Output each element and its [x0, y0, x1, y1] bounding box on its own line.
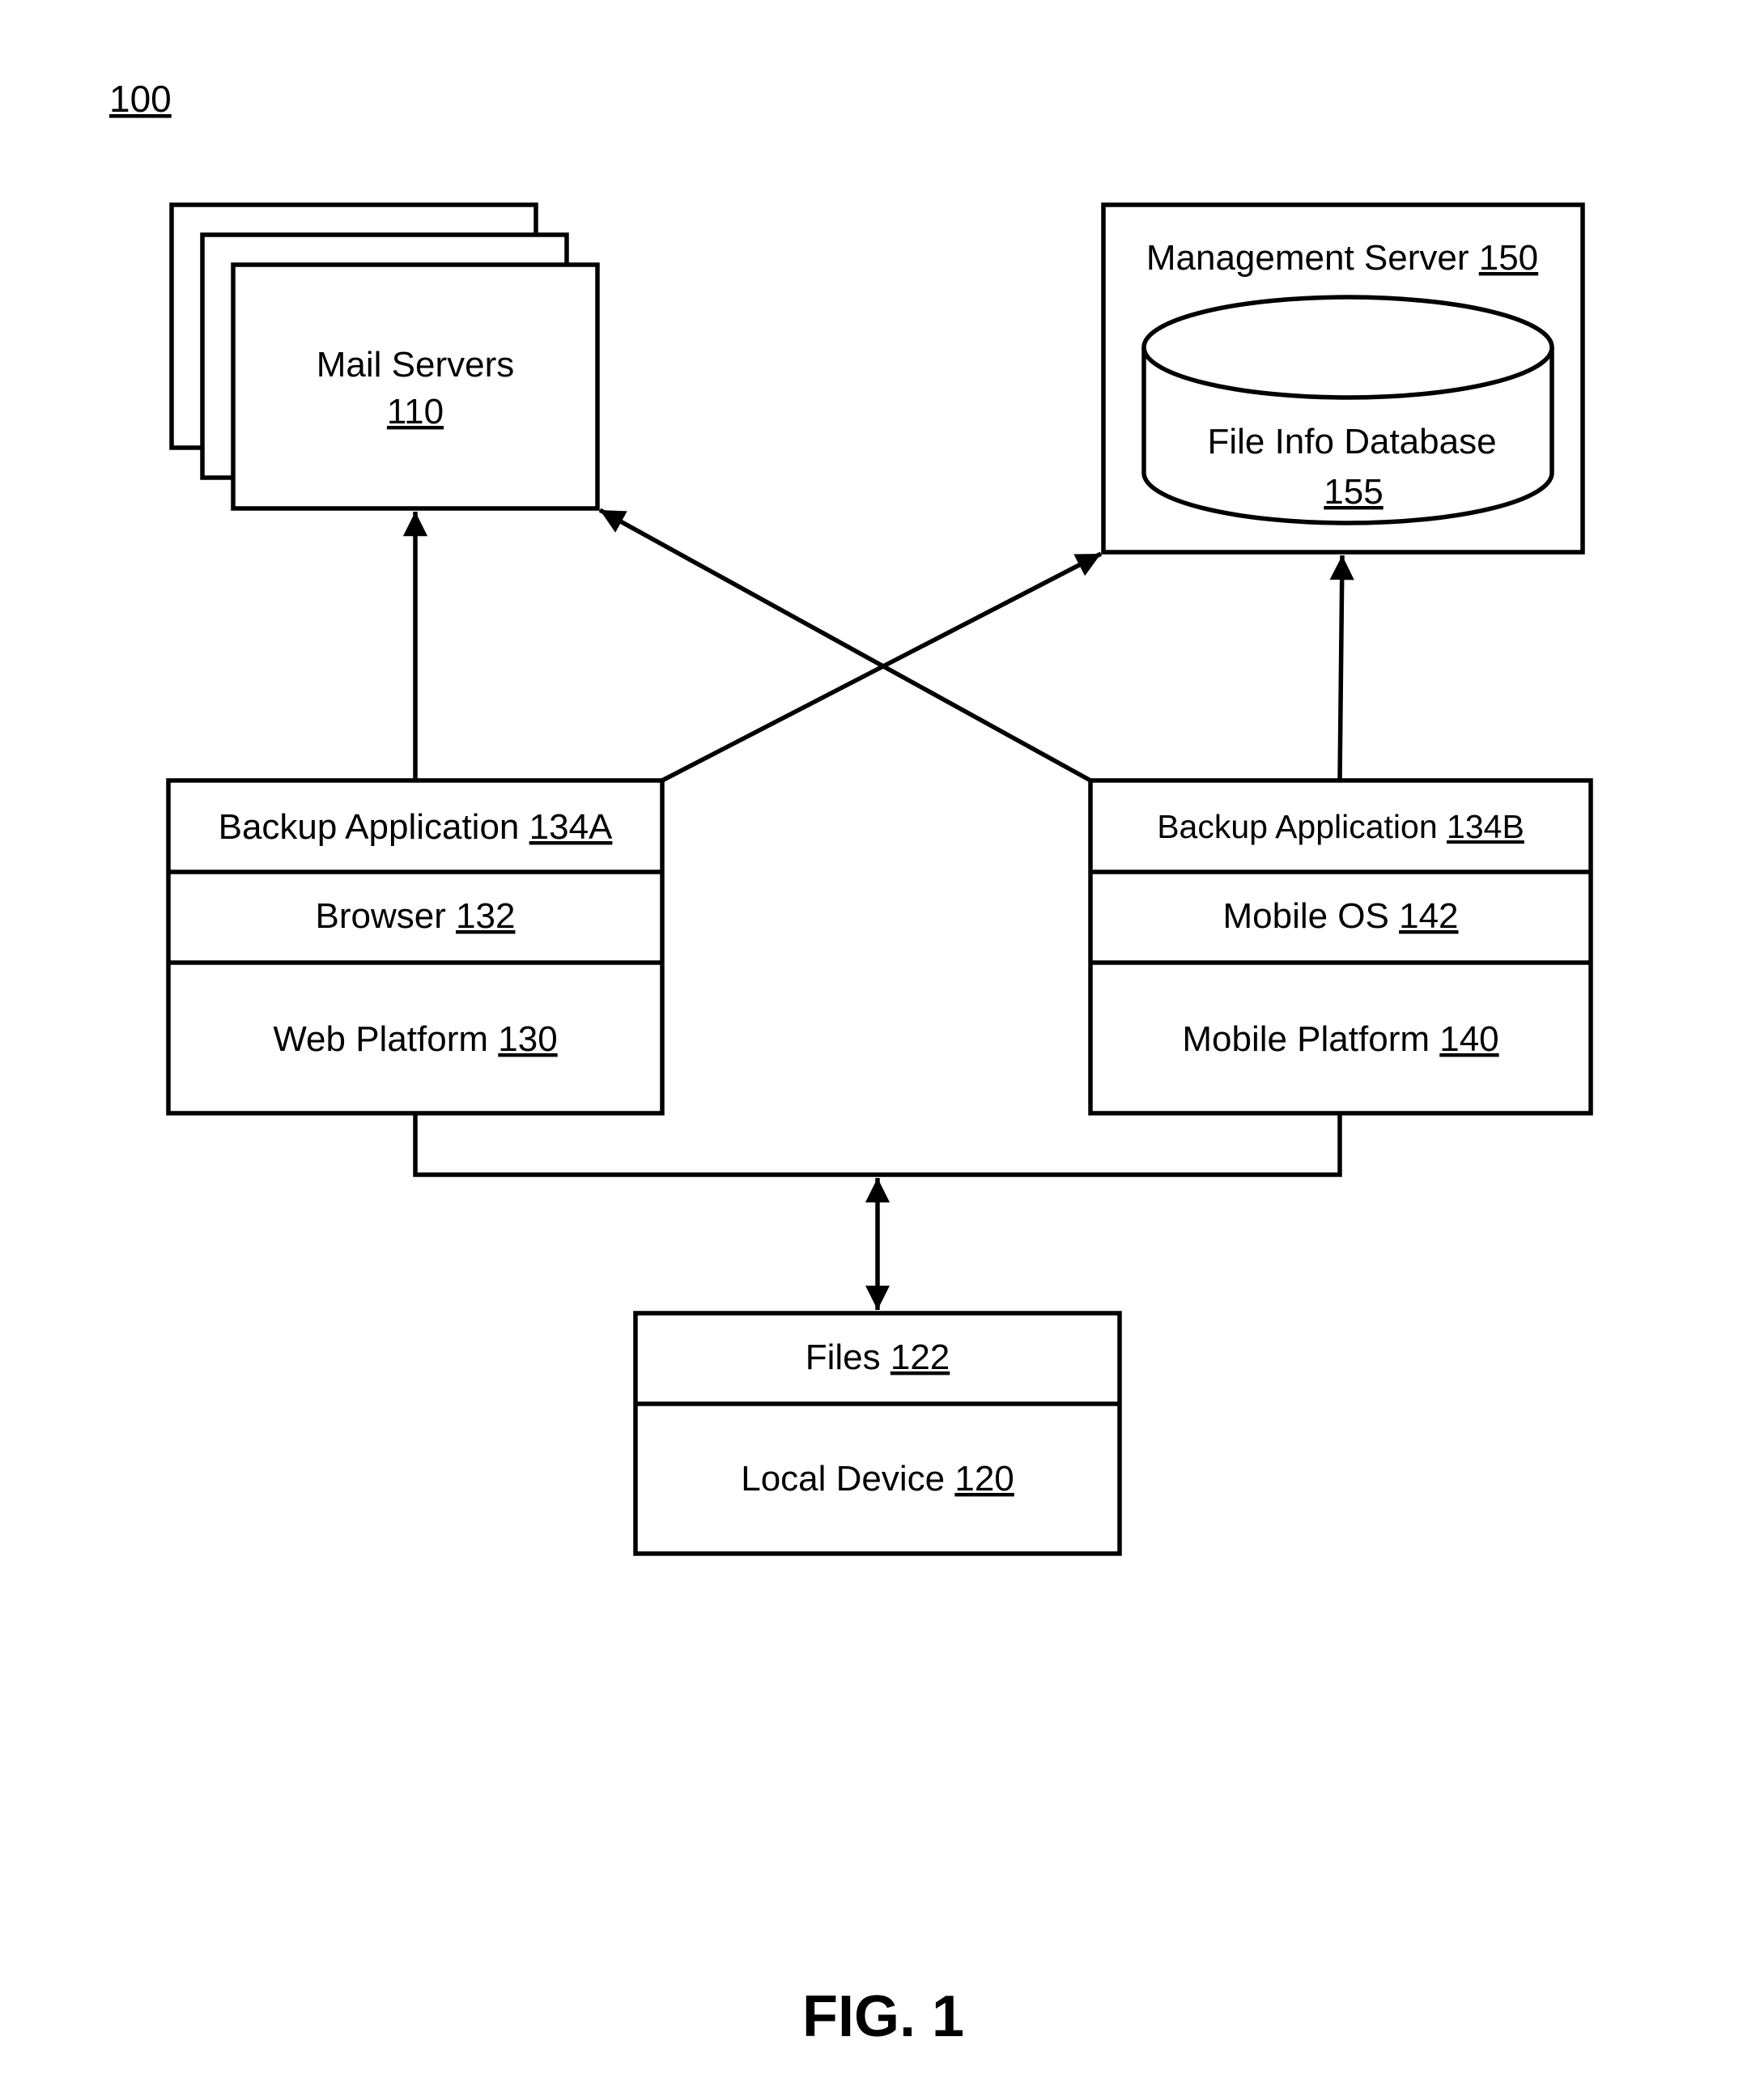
files-label: Files 122 — [805, 1337, 950, 1377]
platform-bus-connector — [413, 1113, 1342, 1177]
file-info-database-label: File Info Database — [1207, 422, 1496, 461]
local-device-node: Files 122 Local Device 120 — [633, 1311, 1122, 1556]
mail-server-box-front — [231, 262, 600, 511]
management-server-label: Management Server 150 — [1146, 238, 1538, 278]
database-cylinder-top — [1141, 295, 1554, 400]
local-device-label: Local Device 120 — [741, 1459, 1014, 1499]
file-info-database-ref: 155 — [1324, 472, 1383, 512]
mail-servers-node: Mail Servers 110 — [169, 202, 600, 511]
mobile-os-label: Mobile OS 142 — [1222, 896, 1458, 936]
file-info-database: File Info Database 155 — [1141, 295, 1554, 525]
web-platform-label: Web Platform 130 — [273, 1019, 557, 1059]
backup-application-134a-label: Backup Application 134A — [219, 807, 613, 847]
mobile-platform-node: Backup Application 134B Mobile OS 142 Mo… — [1088, 778, 1593, 1116]
arrow-mobile-to-management — [1329, 555, 1354, 781]
management-server-node: Management Server 150 File Info Database… — [1101, 202, 1585, 555]
figure-reference-number: 100 — [109, 78, 172, 120]
figure-caption: FIG. 1 — [802, 1984, 964, 2049]
backup-application-134b-label: Backup Application 134B — [1157, 808, 1524, 845]
browser-label: Browser 132 — [315, 896, 515, 936]
system-diagram: 100 Mail Servers 110 Management Server 1… — [109, 78, 1593, 2049]
mail-servers-ref: 110 — [387, 392, 444, 432]
mail-servers-label: Mail Servers — [317, 345, 515, 385]
mobile-platform-label: Mobile Platform 140 — [1182, 1019, 1498, 1059]
web-platform-node: Backup Application 134A Browser 132 Web … — [166, 778, 665, 1116]
arrow-mobile-to-mail — [598, 508, 1092, 783]
